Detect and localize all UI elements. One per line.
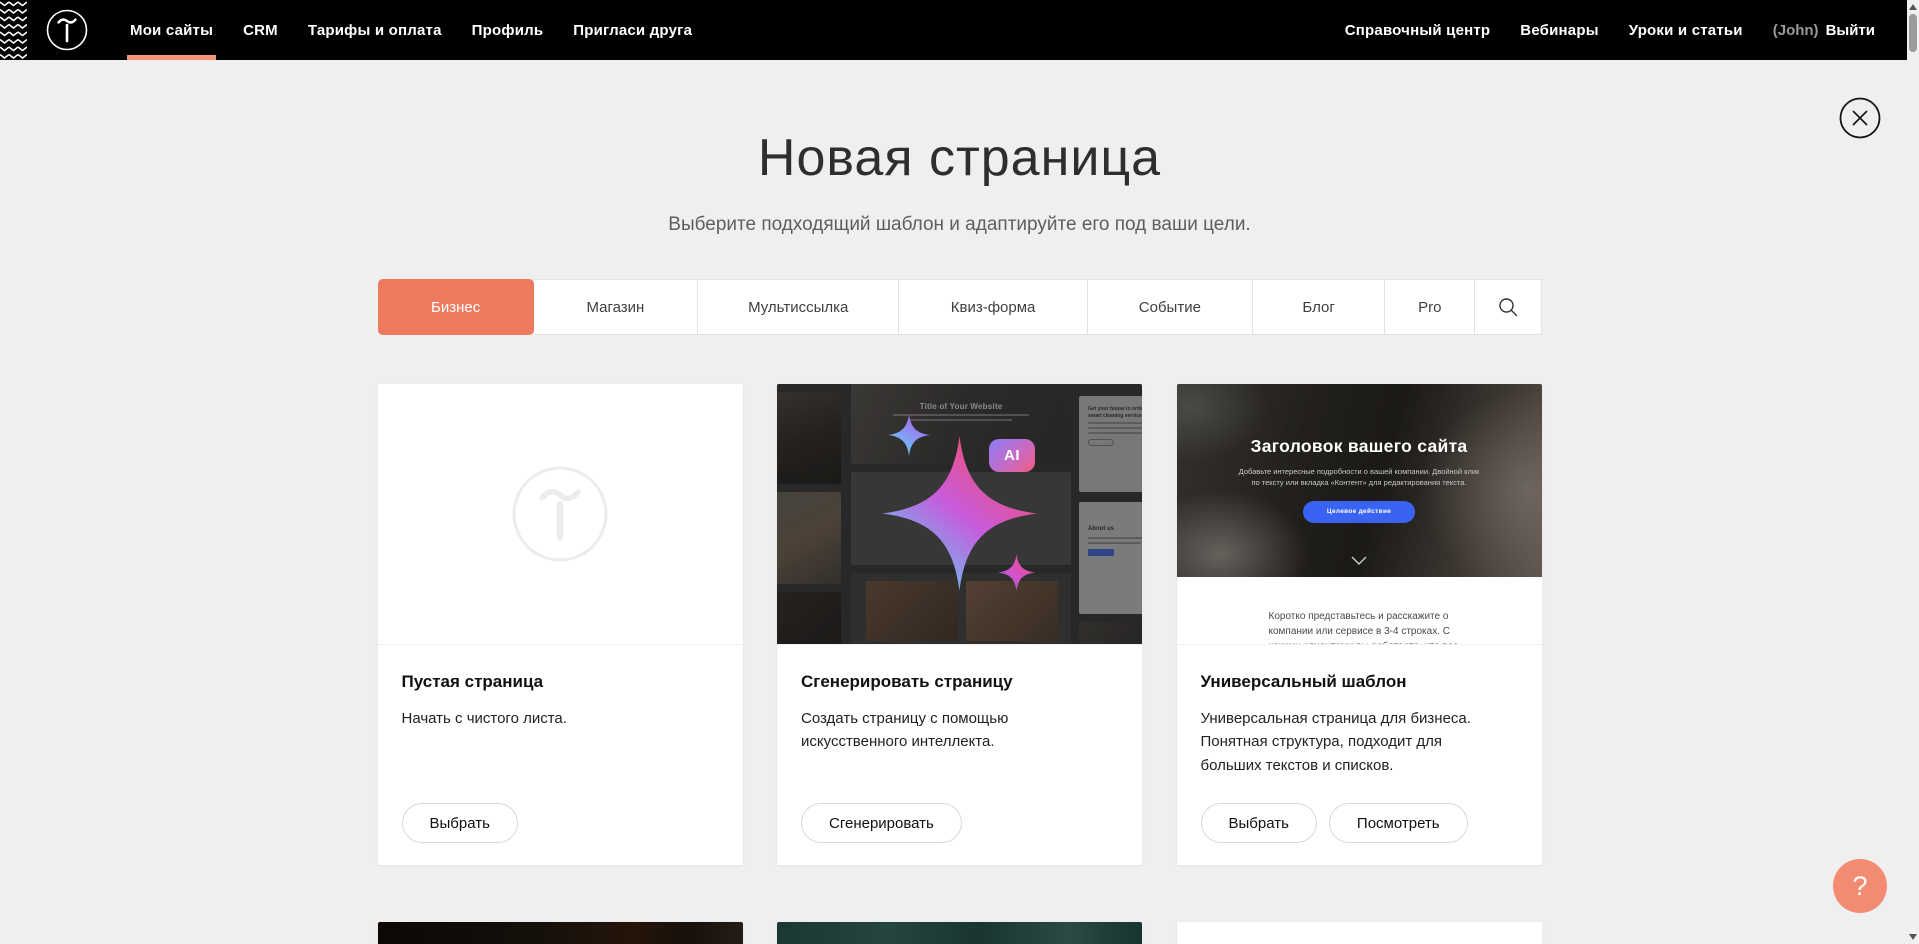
scroll-down-arrow-icon[interactable] xyxy=(1909,934,1917,940)
close-button[interactable] xyxy=(1839,97,1881,139)
tilda-watermark-icon xyxy=(510,464,610,564)
nav-item-tariffs[interactable]: Тарифы и оплата xyxy=(293,0,457,60)
card-description: Универсальная страница для бизнеса. Поня… xyxy=(1201,707,1501,777)
template-card-ai-generate[interactable]: Title of Your Website Get your house in … xyxy=(777,384,1142,865)
hero-content: Заголовок вашего сайта Добавьте интересн… xyxy=(1177,384,1542,577)
template-body-text: Коротко представьтесь и расскажите о ком… xyxy=(1269,609,1484,645)
card-info: Сгенерировать страницу Создать страницу … xyxy=(777,645,1142,865)
tab-pro[interactable]: Pro xyxy=(1385,279,1475,335)
page-subtitle: Выберите подходящий шаблон и адаптируйте… xyxy=(0,214,1919,236)
page-title: Новая страница xyxy=(0,128,1919,188)
ai-badge: AI xyxy=(989,439,1035,472)
tilda-logo-icon[interactable] xyxy=(45,8,89,52)
partial-preview-dark xyxy=(378,922,743,944)
card-title: Сгенерировать страницу xyxy=(801,672,1118,692)
nav-user-block: (John) Выйти xyxy=(1758,0,1875,60)
choose-button[interactable]: Выбрать xyxy=(1201,803,1317,843)
hero-cta-button: Целевое действие xyxy=(1303,501,1415,523)
nav-item-crm[interactable]: CRM xyxy=(228,0,293,60)
zigzag-pattern-decoration xyxy=(0,0,27,60)
sparkle-stars-icon xyxy=(810,384,1110,645)
tab-multilink[interactable]: Мультиссылка xyxy=(698,279,899,335)
user-name: (John) xyxy=(1773,22,1819,39)
partial-preview-teal xyxy=(777,922,1142,944)
nav-item-label: Пригласи друга xyxy=(573,22,692,39)
tab-label: Магазин xyxy=(586,299,644,316)
tab-label: Событие xyxy=(1139,299,1201,316)
card-description: Начать с чистого листа. xyxy=(402,707,702,730)
template-hero: Заголовок вашего сайта Добавьте интересн… xyxy=(1177,384,1542,577)
universal-template-preview: Заголовок вашего сайта Добавьте интересн… xyxy=(1177,384,1542,645)
nav-item-label: Вебинары xyxy=(1520,22,1598,39)
nav-item-help-center[interactable]: Справочный центр xyxy=(1330,0,1506,60)
hero-subtitle: Добавьте интересные подробности о вашей … xyxy=(1234,466,1484,489)
preview-button[interactable]: Посмотреть xyxy=(1329,803,1468,843)
template-grid: Пустая страница Начать с чистого листа. … xyxy=(378,384,1542,944)
scroll-up-arrow-icon[interactable] xyxy=(1909,4,1917,10)
nav-item-profile[interactable]: Профиль xyxy=(457,0,559,60)
logout-link[interactable]: Выйти xyxy=(1826,22,1875,39)
question-mark-icon: ? xyxy=(1852,871,1867,902)
card-info: Пустая страница Начать с чистого листа. … xyxy=(378,645,743,865)
tab-label: Pro xyxy=(1418,299,1441,316)
template-card-blank[interactable]: Пустая страница Начать с чистого листа. … xyxy=(378,384,743,865)
tab-blog[interactable]: Блог xyxy=(1253,279,1385,335)
close-icon xyxy=(1839,97,1881,139)
nav-item-webinars[interactable]: Вебинары xyxy=(1505,0,1613,60)
nav-item-label: Мои сайты xyxy=(130,22,213,39)
hero-title: Заголовок вашего сайта xyxy=(1177,436,1542,457)
nav-item-label: CRM xyxy=(243,22,278,39)
ai-sparkles xyxy=(777,384,1142,644)
partial-preview-white xyxy=(1177,922,1542,944)
nav-item-label: Профиль xyxy=(472,22,544,39)
card-actions: Сгенерировать xyxy=(801,803,1118,843)
card-title: Пустая страница xyxy=(402,672,719,692)
template-card-partial-2[interactable] xyxy=(777,922,1142,944)
card-title: Универсальный шаблон xyxy=(1201,672,1518,692)
nav-left-menu: Мои сайты CRM Тарифы и оплата Профиль Пр… xyxy=(115,0,707,60)
tab-label: Мультиссылка xyxy=(748,299,848,316)
tab-label: Бизнес xyxy=(431,299,480,316)
nav-item-label: Уроки и статьи xyxy=(1629,22,1743,39)
card-description: Создать страницу с помощью искусственног… xyxy=(801,707,1041,754)
tab-event[interactable]: Событие xyxy=(1088,279,1253,335)
tab-quiz-form[interactable]: Квиз-форма xyxy=(899,279,1087,335)
card-info: Универсальный шаблон Универсальная стран… xyxy=(1177,645,1542,865)
nav-item-my-sites[interactable]: Мои сайты xyxy=(115,0,228,60)
search-icon xyxy=(1497,296,1519,318)
template-category-tabs: Бизнес Магазин Мультиссылка Квиз-форма С… xyxy=(378,279,1542,335)
template-card-partial-1[interactable] xyxy=(378,922,743,944)
tab-business[interactable]: Бизнес xyxy=(378,279,534,335)
top-nav: Мои сайты CRM Тарифы и оплата Профиль Пр… xyxy=(0,0,1919,60)
card-actions: Выбрать Посмотреть xyxy=(1201,803,1518,843)
choose-button[interactable]: Выбрать xyxy=(402,803,518,843)
tab-search[interactable] xyxy=(1475,279,1541,335)
nav-item-label: Тарифы и оплата xyxy=(308,22,442,39)
scrollbar-thumb[interactable] xyxy=(1909,14,1917,52)
blank-preview xyxy=(378,384,743,645)
card-actions: Выбрать xyxy=(402,803,719,843)
vertical-scrollbar[interactable] xyxy=(1907,0,1919,944)
help-button[interactable]: ? xyxy=(1833,859,1887,913)
nav-item-lessons[interactable]: Уроки и статьи xyxy=(1614,0,1758,60)
nav-item-invite-friend[interactable]: Пригласи друга xyxy=(558,0,707,60)
template-card-universal[interactable]: Заголовок вашего сайта Добавьте интересн… xyxy=(1177,384,1542,865)
tab-label: Блог xyxy=(1302,299,1334,316)
tab-shop[interactable]: Магазин xyxy=(534,279,698,335)
nav-right-menu: Справочный центр Вебинары Уроки и статьи… xyxy=(1330,0,1919,60)
ai-collage-preview: Title of Your Website Get your house in … xyxy=(777,384,1142,645)
template-card-partial-3[interactable] xyxy=(1177,922,1542,944)
chevron-down-icon xyxy=(1351,556,1367,565)
generate-button[interactable]: Сгенерировать xyxy=(801,803,962,843)
active-underline xyxy=(127,55,216,60)
tab-label: Квиз-форма xyxy=(951,299,1036,316)
nav-item-label: Справочный центр xyxy=(1345,22,1491,39)
